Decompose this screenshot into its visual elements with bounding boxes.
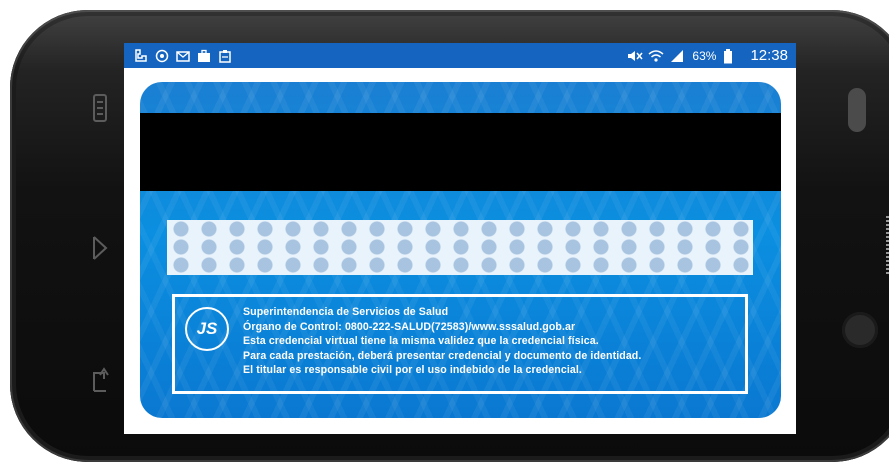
sync-icon	[155, 49, 169, 63]
mute-icon	[627, 49, 643, 63]
battery-icon	[723, 48, 737, 63]
clock: 12:38	[750, 47, 788, 64]
health-credential-card-back: JS Superintendencia de Servicios de Salu…	[140, 82, 781, 418]
battery-percent: 63%	[692, 48, 717, 63]
card-info-box: JS Superintendencia de Servicios de Salu…	[172, 294, 748, 394]
wifi-icon	[648, 49, 664, 63]
notification-icons	[134, 48, 232, 63]
home-sensor	[842, 312, 878, 348]
clipboard-icon	[218, 49, 232, 63]
signature-strip	[167, 220, 753, 275]
card-line-title: Superintendencia de Servicios de Salud	[243, 306, 449, 318]
phone-screen: 63% 12:38 JS Superintendencia de Servici…	[124, 43, 796, 434]
front-camera-slot	[848, 88, 866, 132]
card-line-control: Órgano de Control: 0800-222-SALUD(72583)…	[243, 320, 576, 333]
system-status: 63% 12:38	[627, 47, 788, 64]
signal-icon	[669, 49, 684, 63]
status-bar: 63% 12:38	[124, 43, 796, 68]
magnetic-stripe	[140, 113, 781, 191]
phone-icon	[134, 48, 148, 63]
briefcase-icon	[197, 49, 211, 63]
card-info-text: Superintendencia de Servicios de Salud Ó…	[243, 305, 641, 378]
sss-logo-icon: JS	[185, 307, 229, 351]
mail-icon	[176, 49, 190, 63]
menu-icon[interactable]	[80, 88, 120, 128]
back-icon[interactable]	[80, 228, 120, 268]
card-line-validity: Esta credencial virtual tiene la misma v…	[243, 335, 599, 347]
card-line-presentation: Para cada prestación, deberá presentar c…	[243, 349, 642, 362]
card-line-responsibility: El titular es responsable civil por el u…	[243, 364, 582, 376]
recent-apps-icon[interactable]	[80, 360, 120, 400]
